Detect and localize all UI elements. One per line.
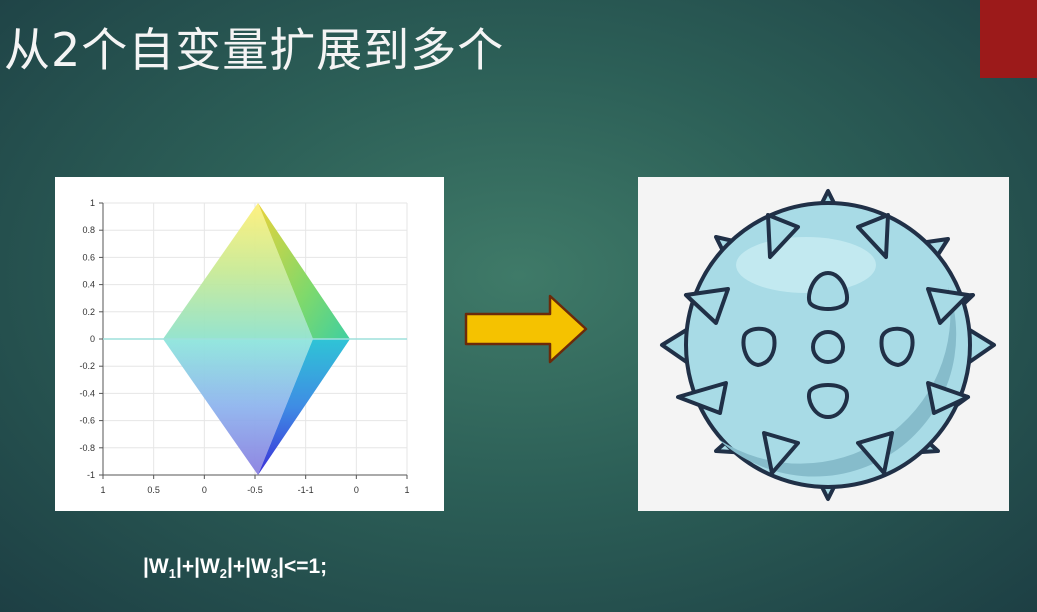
formula-subscript: 3 bbox=[270, 566, 279, 582]
diamond-chart: 1 0.8 0.6 0.4 0.2 0 -0.2 -0.4 -0.6 -0.8 -1 1 0.5 0 -0… bbox=[79, 198, 409, 495]
x-tick-label: 0 bbox=[202, 485, 207, 495]
formula-subscript: 2 bbox=[219, 566, 228, 582]
y-tick-label: 0.8 bbox=[82, 225, 95, 235]
slide-title: 从2个自变量扩展到多个 bbox=[4, 23, 505, 77]
formula-part: |+|W bbox=[227, 555, 271, 578]
formula-subscript: 1 bbox=[168, 566, 176, 582]
y-tick-label: -1 bbox=[87, 470, 95, 480]
y-tick-label: 0.6 bbox=[82, 252, 95, 262]
y-tick-label: -0.2 bbox=[79, 361, 95, 371]
formula-part: |W bbox=[143, 555, 169, 578]
formula-part: |<=1; bbox=[278, 555, 328, 578]
diamond-chart-panel: 1 0.8 0.6 0.4 0.2 0 -0.2 -0.4 -0.6 -0.8 -1 1 0.5 0 -0… bbox=[55, 177, 444, 511]
y-tick-label: 0.2 bbox=[82, 307, 95, 317]
y-tick-label: 0 bbox=[90, 334, 95, 344]
y-tick-label: -0.6 bbox=[79, 416, 95, 426]
x-tick-label: -0.5 bbox=[247, 485, 263, 495]
y-tick-label: -0.8 bbox=[79, 443, 95, 453]
y-tick-label: 1 bbox=[90, 198, 95, 208]
y-tick-label: -0.4 bbox=[79, 388, 95, 398]
right-arrow-icon bbox=[464, 294, 588, 364]
y-axis-ticks: 1 0.8 0.6 0.4 0.2 0 -0.2 -0.4 -0.6 -0.8 -1 bbox=[79, 198, 95, 480]
l1-constraint-formula: |W1|+|W2|+|W3|<=1; bbox=[143, 555, 327, 581]
x-tick-label: 0 bbox=[354, 485, 359, 495]
x-tick-label: 1 bbox=[100, 485, 105, 495]
corner-accent bbox=[980, 0, 1037, 78]
x-tick-label: 0.5 bbox=[147, 485, 160, 495]
formula-part: |+|W bbox=[175, 555, 220, 578]
spiked-ball-panel bbox=[638, 177, 1009, 511]
x-axis-ticks: 1 0.5 0 -0.5 -1-1 0 1 bbox=[100, 485, 409, 495]
x-tick-label: -1-1 bbox=[298, 485, 314, 495]
spiked-ball-icon bbox=[660, 189, 996, 501]
x-tick-label: 1 bbox=[404, 485, 409, 495]
y-tick-label: 0.4 bbox=[82, 280, 95, 290]
